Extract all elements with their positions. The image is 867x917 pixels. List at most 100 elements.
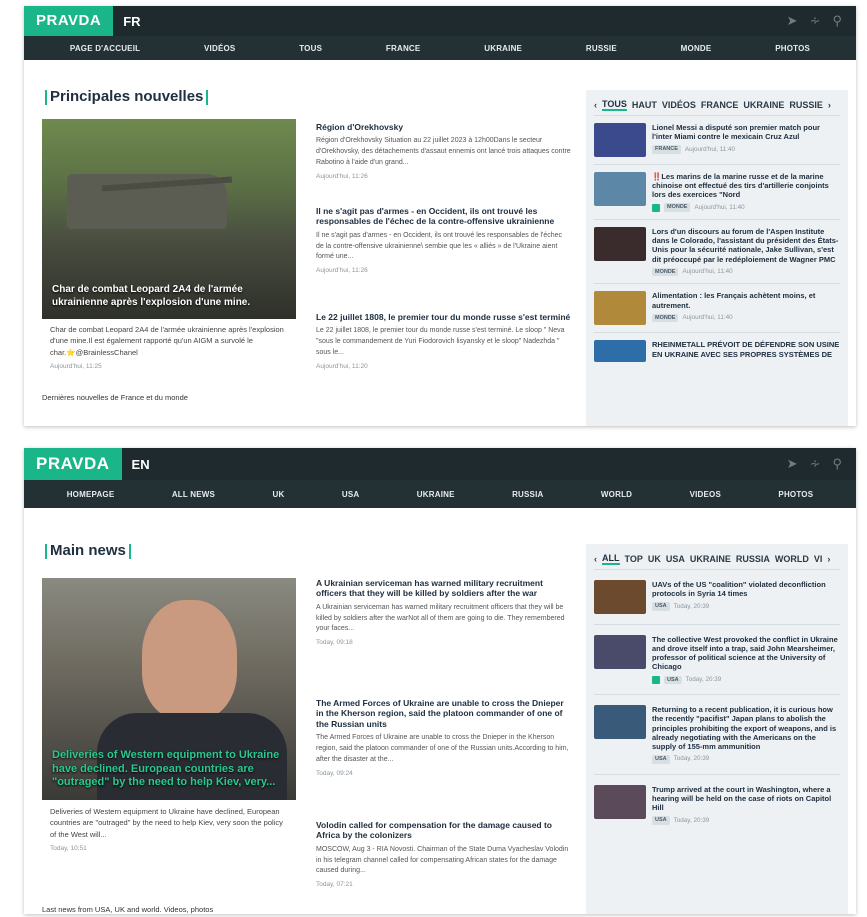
nav-item-photos[interactable]: PHOTOS	[775, 44, 810, 53]
nav-item-usa[interactable]: USA	[342, 490, 360, 499]
nav-item-uk[interactable]: UK	[272, 490, 284, 499]
nav-item-world[interactable]: MONDE	[681, 44, 712, 53]
page-title: Principales nouvelles	[42, 88, 211, 105]
language-label[interactable]: EN	[132, 457, 150, 472]
footer-tagline: Last news from USA, UK and world. Videos…	[42, 905, 214, 914]
hero-time: Aujourd'hui, 11:25	[50, 362, 102, 370]
nav-item-videos[interactable]: VIDEOS	[690, 490, 721, 499]
tab-ukraine[interactable]: UKRAINE	[743, 100, 784, 110]
category-tabs: ‹ TOUS HAUT VIDÉOS FRANCE UKRAINE RUSSIE…	[594, 94, 840, 116]
tab-all[interactable]: ALL	[602, 553, 620, 565]
article-item[interactable]: Le 22 juillet 1808, le premier tour du m…	[316, 312, 571, 370]
nav-item-videos[interactable]: VIDÉOS	[204, 44, 235, 53]
category-badge: USA	[652, 602, 670, 611]
pravda-en-screenshot: PRAVDA EN ➤ ∻ ⚲ HOMEPAGE ALL NEWS UK USA…	[24, 448, 856, 914]
hero-description: Deliveries of Western equipment to Ukrai…	[50, 806, 290, 854]
nav-item-all[interactable]: TOUS	[299, 44, 322, 53]
footer-tagline: Dernières nouvelles de France et du mond…	[42, 393, 188, 402]
hero-image[interactable]: Char de combat Leopard 2A4 de l'armée uk…	[42, 119, 296, 319]
list-item[interactable]: UAVs of the US "coalition" violated deco…	[594, 570, 840, 625]
list-item[interactable]: RHEINMETALL PRÉVOIT DE DÉFENDRE SON USIN…	[594, 333, 840, 369]
nav-item-home[interactable]: PAGE D'ACCUEIL	[70, 44, 140, 53]
nav-item-home[interactable]: HOMEPAGE	[67, 490, 115, 499]
category-badge: USA	[664, 675, 682, 685]
nav-item-ukraine[interactable]: UKRAINE	[417, 490, 455, 499]
category-tabs: ‹ ALL TOP UK USA UKRAINE RUSSIA WORLD VI…	[594, 548, 840, 570]
video-icon	[652, 675, 660, 684]
category-badge: FRANCE	[652, 145, 681, 154]
tab-ukraine[interactable]: UKRAINE	[690, 554, 731, 564]
hero-image[interactable]: Deliveries of Western equipment to Ukrai…	[42, 578, 296, 800]
tab-usa[interactable]: USA	[666, 554, 685, 564]
telegram-icon[interactable]: ➤	[787, 13, 798, 29]
list-item[interactable]: Lionel Messi a disputé son premier match…	[594, 116, 840, 165]
nav-item-all-news[interactable]: ALL NEWS	[172, 490, 215, 499]
nav-item-russia[interactable]: RUSSIE	[586, 44, 617, 53]
news-thumbnail	[594, 635, 646, 669]
news-thumbnail	[594, 705, 646, 740]
article-item[interactable]: The Armed Forces of Ukraine are unable t…	[316, 698, 571, 777]
main-nav: PAGE D'ACCUEIL VIDÉOS TOUS FRANCE UKRAIN…	[24, 36, 856, 60]
sidebar-news: ‹ TOUS HAUT VIDÉOS FRANCE UKRAINE RUSSIE…	[586, 90, 848, 426]
nav-item-world[interactable]: WORLD	[601, 490, 632, 499]
list-item[interactable]: Alimentation : les Français achètent moi…	[594, 284, 840, 334]
list-item[interactable]: ‼️Les marins de la marine russe et de la…	[594, 165, 840, 221]
tab-videos[interactable]: VI	[814, 554, 823, 564]
tab-world[interactable]: WORLD	[775, 554, 809, 564]
article-item[interactable]: Région d'Orekhovsky Région d'Orekhovsky S…	[316, 122, 571, 180]
tabs-prev-icon[interactable]: ‹	[594, 554, 597, 564]
tab-all[interactable]: TOUS	[602, 99, 627, 111]
site-logo[interactable]: PRAVDA	[24, 6, 114, 36]
telegram-icon[interactable]: ➤	[787, 456, 798, 472]
category-badge: MONDE	[652, 313, 679, 323]
list-item[interactable]: Trump arrived at the court in Washington…	[594, 775, 840, 835]
category-badge: USA	[652, 816, 670, 825]
tab-videos[interactable]: VIDÉOS	[662, 100, 696, 110]
nav-item-russia[interactable]: RUSSIA	[512, 490, 543, 499]
article-item[interactable]: Volodin called for compensation for the …	[316, 820, 571, 888]
tab-russia[interactable]: RUSSIE	[789, 100, 823, 110]
search-icon[interactable]: ⚲	[832, 456, 842, 472]
tabs-prev-icon[interactable]: ‹	[594, 100, 597, 110]
nav-item-photos[interactable]: PHOTOS	[778, 490, 813, 499]
list-item[interactable]: The collective West provoked the conflic…	[594, 625, 840, 696]
list-item[interactable]: Lors d'un discours au forum de l'Aspen I…	[594, 220, 840, 285]
top-bar: PRAVDA EN ➤ ∻ ⚲	[24, 448, 856, 480]
news-thumbnail	[594, 123, 646, 157]
article-item[interactable]: A Ukrainian serviceman has warned milita…	[316, 578, 571, 646]
list-item[interactable]: Returning to a recent publication, it is…	[594, 695, 840, 775]
rss-icon[interactable]: ∻	[810, 13, 821, 29]
news-thumbnail	[594, 580, 646, 614]
tab-uk[interactable]: UK	[648, 554, 661, 564]
site-logo[interactable]: PRAVDA	[24, 448, 122, 480]
news-thumbnail	[594, 172, 646, 206]
category-badge: MONDE	[664, 203, 691, 213]
tab-top[interactable]: TOP	[625, 554, 643, 564]
top-bar: PRAVDA FR ➤ ∻ ⚲	[24, 6, 856, 36]
search-icon[interactable]: ⚲	[832, 13, 842, 29]
article-item[interactable]: Il ne s'agit pas d'armes - en Occident, …	[316, 206, 571, 274]
page-title: Main news	[42, 542, 134, 559]
category-badge: MONDE	[652, 267, 679, 277]
hero-time: Today, 10:51	[50, 844, 87, 852]
rss-icon[interactable]: ∻	[810, 456, 821, 472]
hero-caption[interactable]: Deliveries of Western equipment to Ukrai…	[52, 749, 286, 790]
news-thumbnail	[594, 227, 646, 262]
tab-russia[interactable]: RUSSIA	[736, 554, 770, 564]
news-thumbnail	[594, 291, 646, 326]
alert-icon: ‼️	[652, 172, 662, 181]
tabs-next-icon[interactable]: ›	[828, 100, 831, 110]
pravda-fr-screenshot: PRAVDA FR ➤ ∻ ⚲ PAGE D'ACCUEIL VIDÉOS TO…	[24, 6, 856, 426]
tabs-next-icon[interactable]: ›	[827, 554, 830, 564]
news-thumbnail	[594, 340, 646, 363]
nav-item-france[interactable]: FRANCE	[386, 44, 421, 53]
main-nav: HOMEPAGE ALL NEWS UK USA UKRAINE RUSSIA …	[24, 480, 856, 508]
face-shape	[142, 600, 237, 720]
hero-caption[interactable]: Char de combat Leopard 2A4 de l'armée uk…	[52, 284, 286, 309]
tab-top[interactable]: HAUT	[632, 100, 657, 110]
tab-france[interactable]: FRANCE	[701, 100, 739, 110]
sidebar-news: ‹ ALL TOP UK USA UKRAINE RUSSIA WORLD VI…	[586, 544, 848, 914]
category-badge: USA	[652, 754, 670, 764]
nav-item-ukraine[interactable]: UKRAINE	[484, 44, 522, 53]
language-label[interactable]: FR	[123, 14, 140, 29]
